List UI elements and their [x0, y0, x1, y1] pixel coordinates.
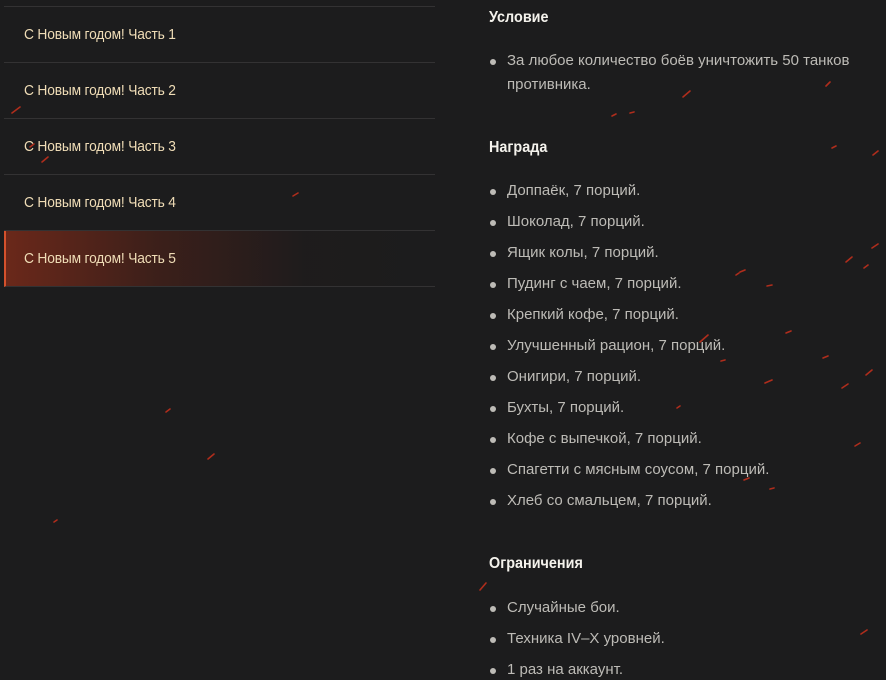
bullet-icon — [490, 313, 496, 319]
bullet-icon — [490, 344, 496, 350]
nav-item-label: С Новым годом! Часть 5 — [24, 250, 176, 267]
bullet-icon — [490, 59, 496, 65]
reward-list: Доппаёк, 7 порций. Шоколад, 7 порций. Ящ… — [489, 175, 886, 516]
bullet-icon — [490, 499, 496, 505]
bullet-icon — [490, 282, 496, 288]
bullet-icon — [490, 468, 496, 474]
nav-item-label: С Новым годом! Часть 2 — [24, 82, 176, 99]
nav-item-part-3[interactable]: С Новым годом! Часть 3 — [4, 119, 435, 175]
list-item: Бухты, 7 порций. — [489, 392, 886, 423]
nav-item-label: С Новым годом! Часть 1 — [24, 26, 176, 43]
list-item: Онигири, 7 порций. — [489, 361, 886, 392]
list-item: Ящик колы, 7 порций. — [489, 237, 886, 268]
reward-heading: Награда — [489, 139, 548, 156]
list-item: Шоколад, 7 порций. — [489, 206, 886, 237]
list-item: За любое количество боёв уничтожить 50 т… — [489, 45, 881, 97]
bullet-icon — [490, 606, 496, 612]
list-item: Доппаёк, 7 порций. — [489, 175, 886, 206]
bullet-icon — [490, 375, 496, 381]
bullet-icon — [490, 406, 496, 412]
bullet-icon — [490, 251, 496, 257]
nav-item-part-5-active[interactable]: С Новым годом! Часть 5 — [4, 231, 435, 287]
nav-item-part-4[interactable]: С Новым годом! Часть 4 — [4, 175, 435, 231]
list-item: Спагетти с мясным соусом, 7 порций. — [489, 454, 886, 485]
bullet-icon — [490, 189, 496, 195]
list-item: 1 раз на аккаунт. — [489, 654, 886, 680]
list-item: Пудинг с чаем, 7 порций. — [489, 268, 886, 299]
bullet-icon — [490, 668, 496, 674]
conditions-heading: Условие — [489, 9, 549, 26]
list-item: Случайные бои. — [489, 592, 886, 623]
quest-navigation: С Новым годом! Часть 1 С Новым годом! Ча… — [4, 6, 435, 287]
bullet-icon — [490, 220, 496, 226]
list-item: Крепкий кофе, 7 порций. — [489, 299, 886, 330]
bullet-icon — [490, 637, 496, 643]
nav-item-label: С Новым годом! Часть 3 — [24, 138, 176, 155]
bullet-icon — [490, 437, 496, 443]
restrictions-heading: Ограничения — [489, 555, 583, 572]
nav-item-part-1[interactable]: С Новым годом! Часть 1 — [4, 7, 435, 63]
conditions-list: За любое количество боёв уничтожить 50 т… — [489, 45, 881, 97]
list-item: Улучшенный рацион, 7 порций. — [489, 330, 886, 361]
nav-item-part-2[interactable]: С Новым годом! Часть 2 — [4, 63, 435, 119]
list-item: Техника IV–X уровней. — [489, 623, 886, 654]
nav-item-label: С Новым годом! Часть 4 — [24, 194, 176, 211]
list-item: Кофе с выпечкой, 7 порций. — [489, 423, 886, 454]
list-item: Хлеб со смальцем, 7 порций. — [489, 485, 886, 516]
restrictions-list: Случайные бои. Техника IV–X уровней. 1 р… — [489, 592, 886, 680]
